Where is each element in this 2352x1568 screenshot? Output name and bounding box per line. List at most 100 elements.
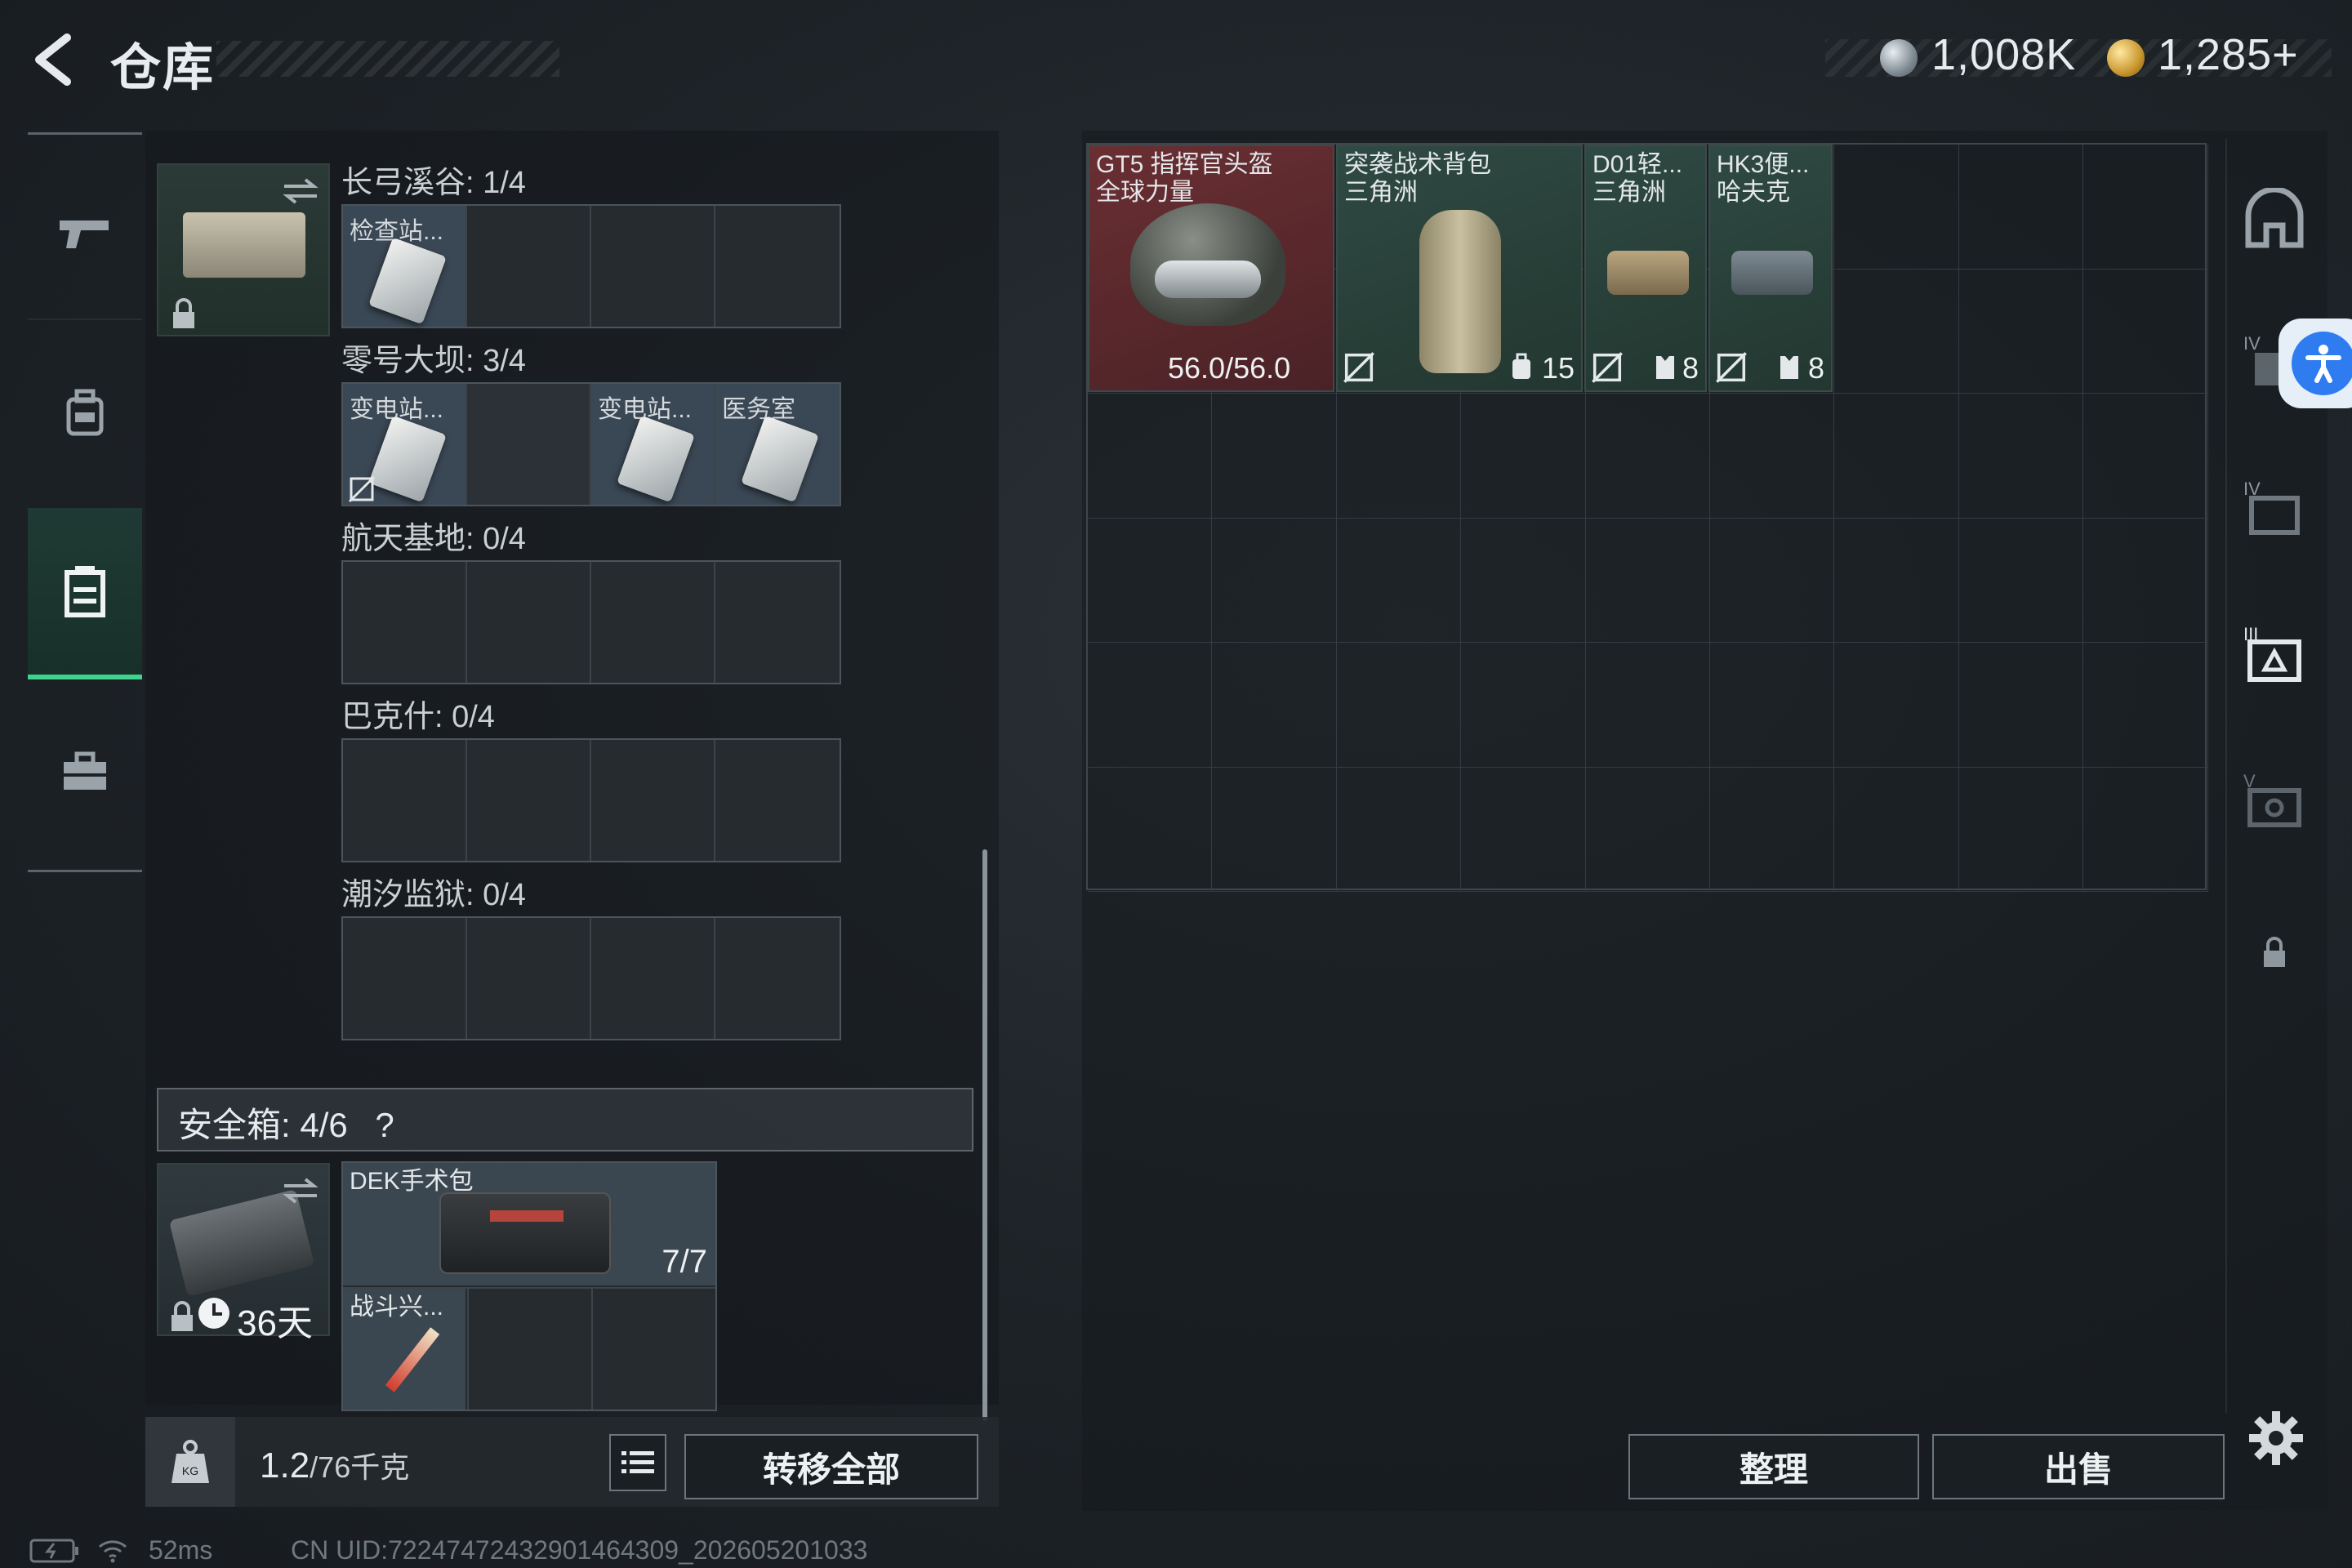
rail-tab-iv-b[interactable]: IV (2242, 475, 2307, 541)
stash-item-d01-rig[interactable]: D01轻... 三角洲 8 (1584, 145, 1707, 392)
keycard-slot[interactable] (467, 562, 591, 683)
stash-cell[interactable] (1461, 767, 1586, 892)
safebox-slot[interactable]: 36天 (157, 1163, 330, 1343)
keycard-slot[interactable] (343, 918, 467, 1039)
stash-cell[interactable] (1709, 643, 1835, 768)
stash-cell[interactable] (1336, 767, 1462, 892)
stash-cell[interactable] (1834, 145, 1959, 270)
rail-tab-v[interactable]: V (2242, 769, 2307, 835)
keycard-slot[interactable]: 变电站... (343, 384, 467, 505)
inventory-scrollbar[interactable] (982, 849, 987, 1421)
keycard-slot[interactable] (591, 562, 715, 683)
keycard-slot[interactable] (343, 562, 467, 683)
stash-cell[interactable] (1088, 518, 1213, 643)
keycard-slot[interactable] (467, 740, 591, 861)
stash-cell[interactable] (1834, 767, 1959, 892)
stash-cell[interactable] (1585, 767, 1710, 892)
stash-cell[interactable] (1212, 518, 1337, 643)
stash-cell[interactable] (2083, 643, 2208, 768)
keycard-case-slot[interactable] (157, 163, 330, 336)
back-arrow-icon[interactable] (24, 31, 82, 88)
stash-cell[interactable] (1834, 394, 1959, 519)
stash-cell[interactable] (1088, 643, 1213, 768)
stash-cell[interactable] (1585, 518, 1710, 643)
stash-cell[interactable] (1461, 643, 1586, 768)
safebox-item-surgery-kit[interactable]: DEK手术包 7/7 (343, 1163, 715, 1285)
stash-cell[interactable] (1709, 767, 1835, 892)
stash-cell[interactable] (1958, 767, 2084, 892)
gold-coin-icon (2107, 39, 2145, 77)
weight-lock-button[interactable]: KG (145, 1417, 235, 1507)
stash-cell[interactable] (2083, 767, 2208, 892)
rail-tab-iii[interactable]: III (2242, 622, 2307, 688)
settings-gear-icon[interactable] (2247, 1410, 2305, 1467)
silver-currency-amount[interactable]: 1,008K (1931, 29, 2076, 80)
stash-cell[interactable] (1461, 518, 1586, 643)
list-view-button[interactable] (609, 1434, 666, 1491)
keycard-slot[interactable]: 检查站... (343, 206, 467, 327)
help-icon[interactable]: ? (375, 1106, 394, 1144)
organize-button[interactable]: 整理 (1628, 1434, 1919, 1499)
stash-item-hk3-rig[interactable]: HK3便... 哈夫克 8 (1708, 145, 1833, 392)
stash-cell[interactable] (1212, 767, 1337, 892)
nav-weapons[interactable] (28, 147, 142, 318)
keycard-slot[interactable] (467, 206, 591, 327)
rail-stash-tab[interactable] (2242, 186, 2307, 252)
keycard-slot[interactable] (591, 206, 715, 327)
slot-row-label: 零号大坝: 3/4 (341, 344, 526, 378)
gold-currency-amount[interactable]: 1,285+ (2158, 29, 2299, 80)
swap-icon[interactable] (281, 1174, 320, 1207)
stash-cell[interactable] (1958, 145, 2084, 270)
stash-cell[interactable] (1585, 643, 1710, 768)
keycard-image (368, 237, 447, 325)
accessibility-button[interactable] (2278, 318, 2352, 408)
stash-cell[interactable] (1336, 518, 1462, 643)
stash-cell[interactable] (2083, 394, 2208, 519)
stash-cell[interactable] (1834, 269, 1959, 394)
stash-cell[interactable] (2083, 269, 2208, 394)
nav-equipment[interactable] (28, 327, 142, 498)
stash-cell[interactable] (1461, 394, 1586, 519)
rig-image (1607, 251, 1689, 295)
nav-stash[interactable] (28, 508, 142, 679)
stash-cell[interactable] (2083, 518, 2208, 643)
stash-cell[interactable] (1958, 643, 2084, 768)
stash-item-backpack[interactable]: 突袭战术背包 三角洲 15 (1336, 145, 1583, 392)
keycard-slot[interactable] (343, 740, 467, 861)
keycard-slot[interactable]: 变电站... (591, 384, 715, 505)
nav-toolbox[interactable] (28, 686, 142, 858)
keycard-image (368, 415, 447, 503)
safebox-item-combat-stim[interactable]: 战斗兴... (343, 1289, 466, 1410)
keycard-slot[interactable] (715, 206, 840, 327)
stash-cell[interactable] (1834, 518, 1959, 643)
stash-cell[interactable] (1212, 394, 1337, 519)
stash-cell[interactable] (1088, 767, 1213, 892)
swap-icon[interactable] (281, 175, 320, 207)
keycard-case-image (183, 212, 305, 278)
keycard-slot[interactable]: 医务室 (715, 384, 840, 505)
stash-cell[interactable] (1585, 394, 1710, 519)
keycard-slot[interactable] (467, 384, 591, 505)
keycard-slot[interactable] (591, 918, 715, 1039)
stash-cell[interactable] (2083, 145, 2208, 270)
stash-cell[interactable] (1709, 518, 1835, 643)
stash-cell[interactable] (1958, 269, 2084, 394)
stash-item-helmet[interactable]: GT5 指挥官头盔 全球力量 56.0/56.0 (1088, 145, 1334, 392)
keycard-slot[interactable] (591, 740, 715, 861)
stash-cell[interactable] (1212, 643, 1337, 768)
stash-cell[interactable] (1709, 394, 1835, 519)
stash-cell[interactable] (1336, 643, 1462, 768)
sell-button[interactable]: 出售 (1932, 1434, 2225, 1499)
stash-cell[interactable] (1958, 394, 2084, 519)
item-name: HK3便... 哈夫克 (1717, 151, 1810, 206)
keycard-slot[interactable] (715, 918, 840, 1039)
stash-cell[interactable] (1958, 518, 2084, 643)
stash-cell[interactable] (1336, 394, 1462, 519)
keycard-slot[interactable] (715, 562, 840, 683)
keycard-slot[interactable] (467, 918, 591, 1039)
transfer-all-button[interactable]: 转移全部 (684, 1434, 978, 1499)
stash-cell[interactable] (1088, 394, 1213, 519)
rail-divider (2225, 139, 2227, 1413)
keycard-slot[interactable] (715, 740, 840, 861)
stash-cell[interactable] (1834, 643, 1959, 768)
